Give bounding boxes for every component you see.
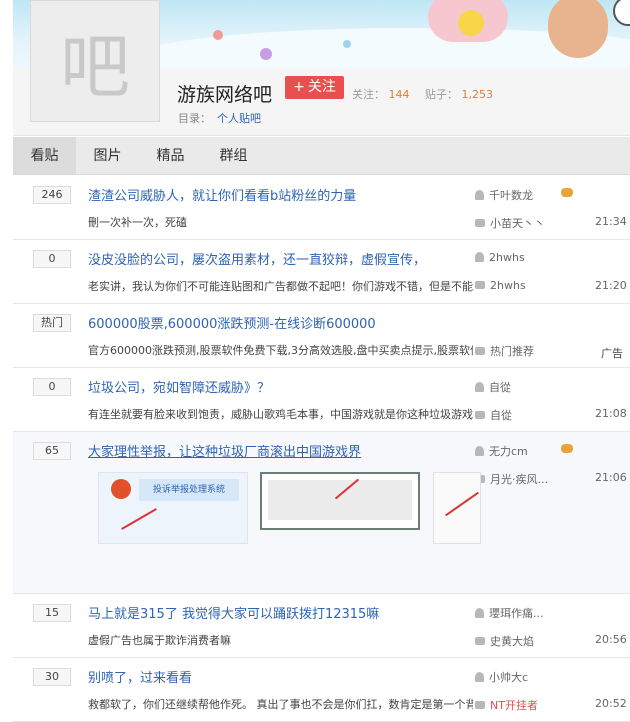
thread-author[interactable]: 2hwhs — [475, 251, 525, 264]
hot-badge: 热门 — [33, 314, 71, 332]
thread-row: 0 垃圾公司，宛如智障还威胁》？ 有连坐就要有脸来收到饱责，威胁山歌鸡毛本事，中… — [13, 368, 630, 432]
comment-icon — [475, 281, 485, 289]
last-replier[interactable]: 2hwhs — [475, 279, 526, 292]
comment-icon — [475, 411, 485, 419]
follow-count: 144 — [388, 88, 410, 101]
last-replier[interactable]: NT开挂者 — [475, 697, 538, 713]
comment-icon — [475, 637, 485, 645]
reply-count: 0 — [33, 250, 71, 268]
thread-title[interactable]: 马上就是315了 我觉得大家可以踊跃拨打12315嘛 — [88, 603, 379, 622]
reply-time: 20:56 — [595, 633, 627, 646]
ad-label: 广告 — [601, 347, 623, 360]
catalog-label: 目录： — [178, 112, 211, 125]
bear-illustration — [548, 0, 608, 58]
game-icon — [561, 444, 573, 453]
tab-images[interactable]: 图片 — [76, 137, 139, 174]
user-icon — [475, 252, 484, 262]
thread-author[interactable]: 无力cm — [475, 443, 528, 459]
catalog-link[interactable]: 个人贴吧 — [217, 112, 261, 125]
thread-title[interactable]: 垃圾公司，宛如智障还威胁》？ — [88, 377, 270, 396]
forum-title[interactable]: 游族网络吧 — [177, 80, 272, 107]
duck-illustration — [458, 10, 484, 36]
game-icon — [561, 188, 573, 197]
thread-author[interactable]: 千叶数龙 — [475, 187, 533, 203]
thread-thumbnails: 投诉举报处理系统 — [88, 472, 628, 582]
reply-count: 30 — [33, 668, 71, 686]
user-icon — [475, 608, 484, 618]
thread-row: 0 没皮没脸的公司，屡次盗用素材，还一直狡辩，虚假宣传， 老实讲，我认为你们不可… — [13, 240, 630, 304]
reply-count: 65 — [33, 442, 71, 460]
thread-summary: 有连坐就要有脸来收到饱责，威胁山歌鸡毛本事，中国游戏就是你这种垃圾游戏公司... — [88, 408, 473, 421]
thumbnail-image[interactable] — [260, 472, 420, 530]
thread-author[interactable]: 小帅大c — [475, 669, 528, 685]
thread-row: 65 大家理性举报，让这种垃圾厂商滚出中国游戏界 无力cm 月光·疾风... 2… — [13, 432, 630, 594]
catalog: 目录： 个人贴吧 — [178, 110, 261, 126]
reply-time: 21:20 — [595, 279, 627, 292]
reply-count: 0 — [33, 378, 71, 396]
emblem-icon — [111, 479, 131, 499]
user-icon — [475, 672, 484, 682]
thread-summary: 刪一次补一次，死磕 — [88, 216, 187, 229]
thread-author[interactable]: 瓔珥作痛... — [475, 605, 544, 621]
thread-summary: 虚假广告也属于欺诈消费者嘛 — [88, 634, 231, 647]
follow-button[interactable]: + 关注 — [285, 76, 344, 99]
reply-count: 15 — [33, 604, 71, 622]
thread-list: 246 渣渣公司威胁人，就让你们看看b站粉丝的力量 刪一次补一次，死磕 千叶数龙… — [13, 176, 630, 722]
follow-label: 关注 — [307, 79, 336, 95]
reply-time: 21:08 — [595, 407, 627, 420]
last-replier[interactable]: 小苗天丶丶 — [475, 215, 545, 231]
thread-summary: 老实讲，我认为你们不可能连贴图和广告都做不起吧！你们游戏不错，但是不能在盗... — [88, 280, 473, 293]
user-icon — [475, 446, 484, 456]
posts-stat-label: 贴子： — [425, 88, 458, 101]
forum-logo: 吧 — [30, 0, 160, 122]
comment-icon — [475, 701, 485, 709]
reply-time: 21:34 — [595, 215, 627, 228]
thread-summary: 官方600000涨跌预测,股票软件免费下载,3分高效选股,盘中买卖点提示,股票软… — [88, 344, 473, 357]
forum-stats: 关注： 144 贴子： 1,253 — [352, 86, 505, 102]
thread-row-ad: 热门 600000股票,600000涨跌预测-在线诊断600000 官方6000… — [13, 304, 630, 368]
tab-posts[interactable]: 看贴 — [13, 137, 76, 174]
thread-title[interactable]: 600000股票,600000涨跌预测-在线诊断600000 — [88, 313, 376, 332]
posts-count: 1,253 — [461, 88, 494, 101]
tab-featured[interactable]: 精品 — [139, 137, 202, 174]
thread-author[interactable]: 自從 — [475, 379, 511, 395]
thread-title[interactable]: 别喷了，过来看看 — [88, 667, 192, 686]
thread-row: 30 别喷了，过来看看 救都软了，你们还继续帮他作死。 真出了事也不会是你们扛，… — [13, 658, 630, 722]
thread-row: 246 渣渣公司威胁人，就让你们看看b站粉丝的力量 刪一次补一次，死磕 千叶数龙… — [13, 176, 630, 240]
tab-groups[interactable]: 群组 — [202, 137, 265, 174]
last-replier[interactable]: 史黄大焰 — [475, 633, 534, 649]
follow-stat-label: 关注： — [352, 88, 385, 101]
last-replier[interactable]: 自從 — [475, 407, 512, 423]
thread-title[interactable]: 没皮没脸的公司，屡次盗用素材，还一直狡辩，虚假宣传， — [88, 249, 426, 268]
user-icon — [475, 190, 484, 200]
plus-icon: + — [293, 79, 305, 95]
thread-title[interactable]: 渣渣公司威胁人，就让你们看看b站粉丝的力量 — [88, 185, 356, 204]
menu-icon[interactable] — [613, 0, 630, 26]
thread-row: 15 马上就是315了 我觉得大家可以踊跃拨打12315嘛 虚假广告也属于欺诈消… — [13, 594, 630, 658]
forum-tabs: 看贴 图片 精品 群组 — [13, 137, 630, 175]
thread-title[interactable]: 大家理性举报，让这种垃圾厂商滚出中国游戏界 — [88, 441, 361, 460]
thumbnail-image[interactable]: 投诉举报处理系统 — [98, 472, 248, 544]
user-icon — [475, 382, 484, 392]
last-replier[interactable]: 热门推荐 — [475, 343, 534, 359]
thread-summary: 救都软了，你们还继续帮他作死。 真出了事也不会是你们扛，数肯定是第一个背锅的..… — [88, 698, 473, 711]
thumbnail-image[interactable] — [433, 472, 481, 544]
comment-icon — [475, 219, 485, 227]
reply-time: 20:52 — [595, 697, 627, 710]
thumbnail-banner: 投诉举报处理系统 — [139, 479, 239, 501]
reply-count: 246 — [33, 186, 71, 204]
comment-icon — [475, 347, 485, 355]
